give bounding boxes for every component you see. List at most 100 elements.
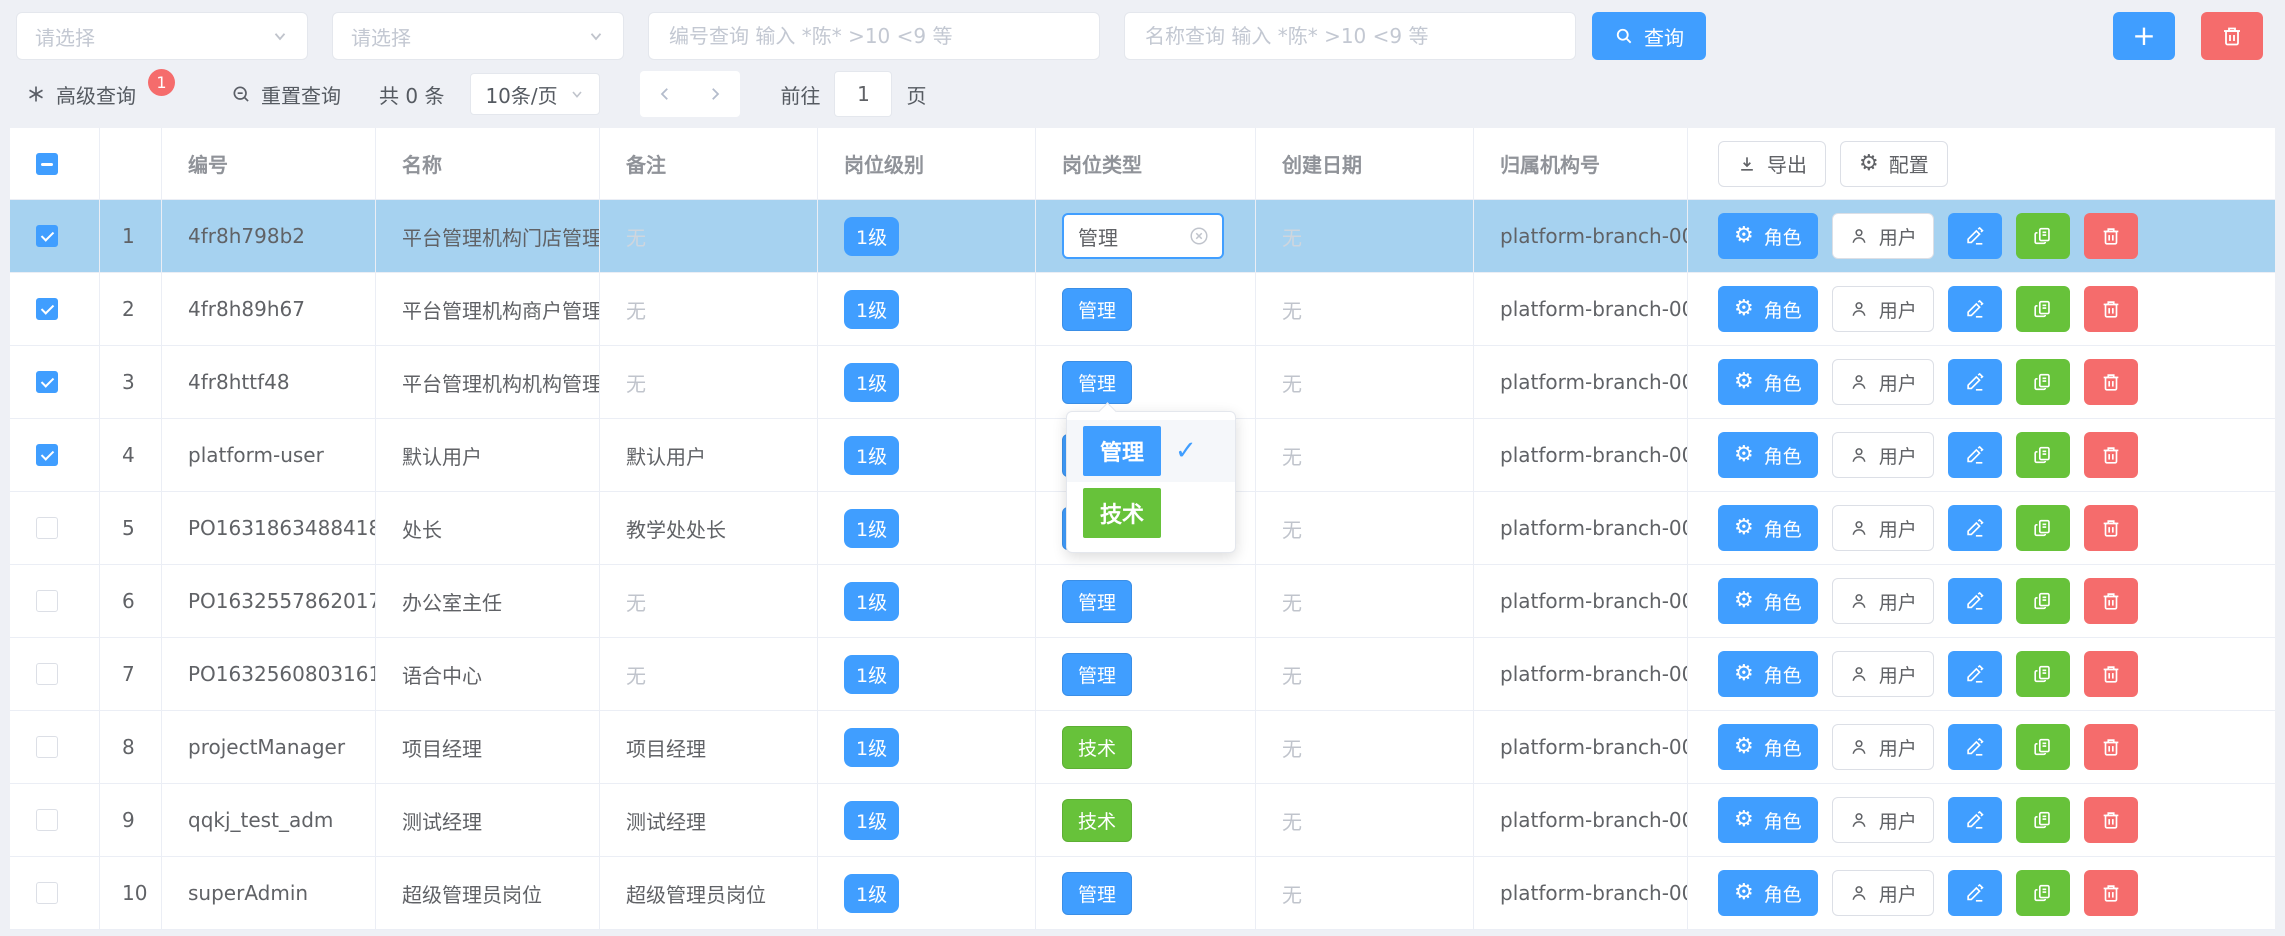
column-header-type: 岗位类型	[1036, 128, 1256, 200]
position-remark: 教学处处长	[600, 492, 818, 565]
edit-button[interactable]	[1948, 505, 2002, 551]
edit-button[interactable]	[1948, 797, 2002, 843]
copy-button[interactable]	[2016, 651, 2070, 697]
row-checkbox[interactable]	[36, 517, 58, 539]
copy-button[interactable]	[2016, 870, 2070, 916]
filter-select-2[interactable]: 请选择	[332, 12, 624, 60]
delete-button[interactable]	[2084, 213, 2138, 259]
plus-icon: +	[2132, 22, 2155, 50]
role-button[interactable]: ⚙ 角色	[1718, 286, 1818, 332]
delete-button[interactable]	[2084, 432, 2138, 478]
copy-button[interactable]	[2016, 432, 2070, 478]
total-count: 共 0 条	[379, 80, 444, 109]
delete-button[interactable]	[2084, 505, 2138, 551]
config-button[interactable]: ⚙ 配置	[1840, 141, 1948, 187]
delete-button[interactable]	[2084, 286, 2138, 332]
edit-button[interactable]	[1948, 432, 2002, 478]
next-page-button[interactable]	[706, 85, 724, 103]
user-button[interactable]: 用户	[1832, 505, 1934, 551]
search-button[interactable]: 查询	[1592, 12, 1706, 60]
edit-button[interactable]	[1948, 651, 2002, 697]
position-code: PO16318634884181...	[162, 492, 376, 565]
role-button[interactable]: ⚙ 角色	[1718, 651, 1818, 697]
row-checkbox[interactable]	[36, 809, 58, 831]
add-button[interactable]: +	[2113, 12, 2175, 60]
row-checkbox[interactable]	[36, 371, 58, 393]
table-row[interactable]: 3 4fr8httf48 平台管理机构机构管理岗 无 1级 管理 无 platf…	[10, 346, 2275, 419]
copy-button[interactable]	[2016, 797, 2070, 843]
code-search-input[interactable]	[667, 23, 1081, 49]
table-row[interactable]: 2 4fr8h89h67 平台管理机构商户管理岗 无 1级 管理 无 platf…	[10, 273, 2275, 346]
row-checkbox[interactable]	[36, 225, 58, 247]
table-row[interactable]: 6 PO16325578620171... 办公室主任 无 1级 管理 无 pl…	[10, 565, 2275, 638]
table-row[interactable]: 10 superAdmin 超级管理员岗位 超级管理员岗位 1级 管理 无 pl…	[10, 857, 2275, 930]
table-row[interactable]: 9 qqkj_test_adm 测试经理 测试经理 1级 技术 无 platfo…	[10, 784, 2275, 857]
user-button[interactable]: 用户	[1832, 651, 1934, 697]
position-name: 平台管理机构机构管理岗	[376, 346, 600, 419]
role-button[interactable]: ⚙ 角色	[1718, 578, 1818, 624]
copy-icon	[2032, 444, 2054, 466]
user-button[interactable]: 用户	[1832, 286, 1934, 332]
prev-page-button[interactable]	[656, 85, 674, 103]
delete-button[interactable]	[2084, 870, 2138, 916]
delete-button[interactable]	[2084, 578, 2138, 624]
edit-button[interactable]	[1948, 578, 2002, 624]
page-size-select[interactable]: 10条/页	[470, 73, 600, 115]
dropdown-option-manage[interactable]: 管理 ✓	[1067, 420, 1235, 482]
copy-button[interactable]	[2016, 724, 2070, 770]
user-button[interactable]: 用户	[1832, 432, 1934, 478]
row-checkbox[interactable]	[36, 298, 58, 320]
edit-button[interactable]	[1948, 359, 2002, 405]
role-button[interactable]: ⚙ 角色	[1718, 797, 1818, 843]
user-button[interactable]: 用户	[1832, 359, 1934, 405]
delete-button[interactable]	[2084, 651, 2138, 697]
role-button[interactable]: ⚙ 角色	[1718, 213, 1818, 259]
circle-close-icon[interactable]	[1188, 225, 1210, 247]
edit-button[interactable]	[1948, 724, 2002, 770]
row-checkbox[interactable]	[36, 882, 58, 904]
role-button[interactable]: ⚙ 角色	[1718, 724, 1818, 770]
type-editor-input[interactable]	[1076, 223, 1180, 249]
dropdown-option-tech[interactable]: 技术	[1067, 482, 1235, 544]
copy-button[interactable]	[2016, 505, 2070, 551]
delete-button[interactable]	[2084, 724, 2138, 770]
gear-icon: ⚙	[1734, 298, 1754, 320]
export-button[interactable]: 导出	[1718, 141, 1826, 187]
delete-button[interactable]	[2084, 797, 2138, 843]
user-button[interactable]: 用户	[1832, 724, 1934, 770]
table-row[interactable]: 7 PO16325608031611... 语合中心 无 1级 管理 无 pla…	[10, 638, 2275, 711]
goto-page-input[interactable]	[834, 71, 892, 117]
row-checkbox[interactable]	[36, 444, 58, 466]
copy-button[interactable]	[2016, 578, 2070, 624]
copy-button[interactable]	[2016, 359, 2070, 405]
table-row[interactable]: 8 projectManager 项目经理 项目经理 1级 技术 无 platf…	[10, 711, 2275, 784]
user-button[interactable]: 用户	[1832, 870, 1934, 916]
copy-button[interactable]	[2016, 213, 2070, 259]
edit-button[interactable]	[1948, 286, 2002, 332]
user-button[interactable]: 用户	[1832, 797, 1934, 843]
edit-button[interactable]	[1948, 870, 2002, 916]
row-checkbox[interactable]	[36, 736, 58, 758]
copy-button[interactable]	[2016, 286, 2070, 332]
delete-button[interactable]	[2084, 359, 2138, 405]
row-checkbox[interactable]	[36, 590, 58, 612]
select-all-checkbox[interactable]	[36, 153, 58, 175]
edit-button[interactable]	[1948, 213, 2002, 259]
role-button[interactable]: ⚙ 角色	[1718, 505, 1818, 551]
name-search-input[interactable]	[1143, 23, 1557, 49]
user-button[interactable]: 用户	[1832, 578, 1934, 624]
row-index: 8	[100, 711, 162, 784]
user-button[interactable]: 用户	[1832, 213, 1934, 259]
type-badge: 管理	[1062, 872, 1132, 915]
role-button[interactable]: ⚙ 角色	[1718, 432, 1818, 478]
row-checkbox[interactable]	[36, 663, 58, 685]
table-row[interactable]: 1 4fr8h798b2 平台管理机构门店管理岗 无 1级 管理 无 platf…	[10, 200, 2275, 273]
role-button[interactable]: ⚙ 角色	[1718, 359, 1818, 405]
reset-query-button[interactable]: 重置查询	[231, 80, 341, 109]
position-code: PO16325608031611...	[162, 638, 376, 711]
created-date: 无	[1256, 784, 1474, 857]
advanced-query-button[interactable]: 高级查询 1	[26, 80, 175, 109]
batch-delete-button[interactable]	[2201, 12, 2263, 60]
filter-select-1[interactable]: 请选择	[16, 12, 308, 60]
role-button[interactable]: ⚙ 角色	[1718, 870, 1818, 916]
